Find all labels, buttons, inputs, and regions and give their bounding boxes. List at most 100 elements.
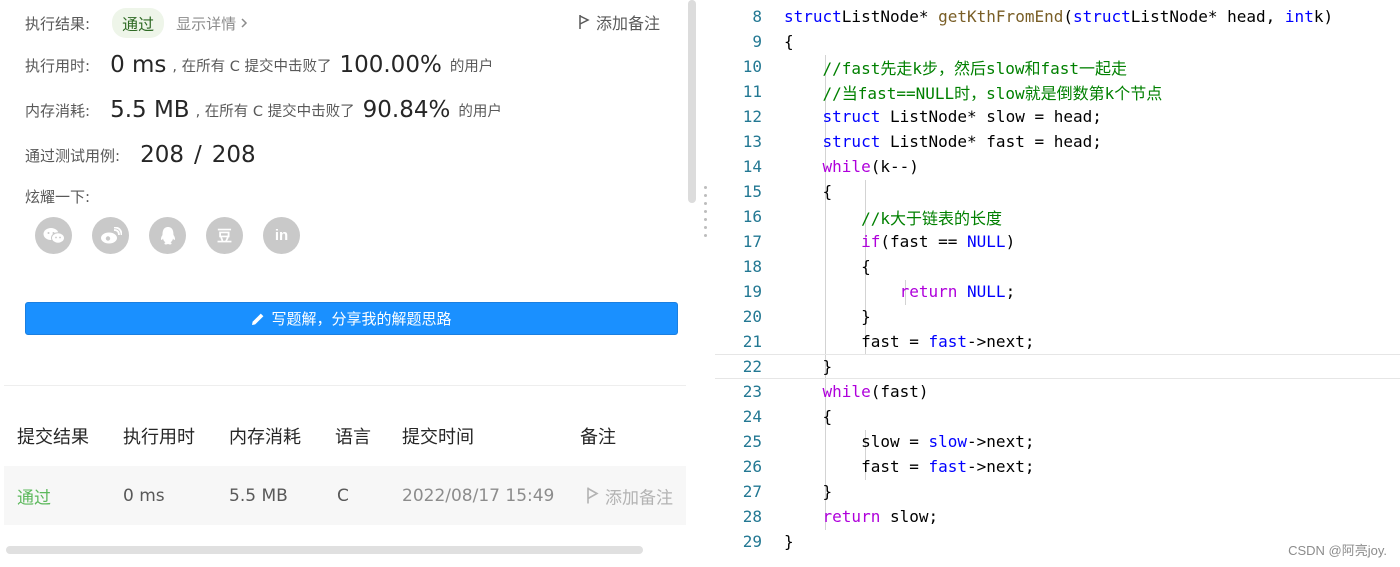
line-number: 21 xyxy=(742,332,762,351)
code-token: //k大于链表的长度 xyxy=(784,208,1002,228)
code-line[interactable]: 29} xyxy=(715,529,1400,554)
code-text: } xyxy=(784,357,833,376)
code-token: { xyxy=(784,182,833,201)
code-line[interactable]: 23 while(fast) xyxy=(715,379,1400,404)
code-line[interactable]: 28 return slow; xyxy=(715,504,1400,529)
status-row: 执行结果: 通过 显示详情 xyxy=(25,8,248,38)
line-number: 16 xyxy=(742,207,762,226)
add-note-button[interactable]: 添加备注 xyxy=(578,10,660,34)
code-line[interactable]: 9{ xyxy=(715,29,1400,54)
memory-beat-text: , 在所有 C 提交中击败了 xyxy=(195,103,355,120)
code-token: (fast == xyxy=(880,232,968,251)
show-details-link[interactable]: 显示详情 xyxy=(176,13,248,34)
code-line[interactable]: 10 //fast先走k步，然后slow和fast一起走 xyxy=(715,54,1400,79)
wechat-icon[interactable] xyxy=(35,217,72,254)
code-line[interactable]: 16 //k大于链表的长度 xyxy=(715,204,1400,229)
code-text: fast = fast->next; xyxy=(784,457,1034,476)
line-number: 15 xyxy=(742,182,762,201)
code-text: while(k--) xyxy=(784,157,919,176)
tests-row: 通过测试用例: 208 / 208 xyxy=(25,142,256,168)
line-number: 24 xyxy=(742,407,762,426)
code-token: slow = xyxy=(784,432,929,451)
tests-label: 通过测试用例: xyxy=(25,146,121,165)
code-line[interactable]: 12 struct ListNode* slow = head; xyxy=(715,104,1400,129)
code-token: } xyxy=(784,532,794,551)
submission-panel: 执行结果: 通过 显示详情 添加备注 执行用时: 0 ms , 在所有 C 提交… xyxy=(0,0,700,567)
code-token: NULL xyxy=(967,232,1006,251)
code-line[interactable]: 13 struct ListNode* fast = head; xyxy=(715,129,1400,154)
horizontal-scrollbar[interactable] xyxy=(6,546,643,554)
line-number: 12 xyxy=(742,107,762,126)
line-number: 17 xyxy=(742,232,762,251)
code-line[interactable]: 15 { xyxy=(715,179,1400,204)
row-status-link[interactable]: 通过 xyxy=(17,483,51,508)
code-token: //fast先走k步，然后slow和fast一起走 xyxy=(784,58,1128,78)
code-line[interactable]: 17 if(fast == NULL) xyxy=(715,229,1400,254)
line-number: 26 xyxy=(742,457,762,476)
line-number: 14 xyxy=(742,157,762,176)
row-memory: 5.5 MB xyxy=(229,485,288,506)
code-line[interactable]: 18 { xyxy=(715,254,1400,279)
code-text: //fast先走k步，然后slow和fast一起走 xyxy=(784,55,1128,79)
code-token: struct xyxy=(822,132,881,151)
runtime-row: 执行用时: 0 ms , 在所有 C 提交中击败了 100.00% 的用户 xyxy=(25,52,493,78)
code-line[interactable]: 20 } xyxy=(715,304,1400,329)
douban-glyph: 豆 xyxy=(216,227,232,245)
memory-suffix: 的用户 xyxy=(458,103,502,120)
code-token: { xyxy=(784,407,833,426)
code-token: struct xyxy=(784,7,842,26)
code-token: ->next; xyxy=(967,332,1035,351)
line-number: 20 xyxy=(742,307,762,326)
row-add-note-label: 添加备注 xyxy=(605,488,673,508)
code-token: (fast) xyxy=(870,382,929,401)
row-submit-time: 2022/08/17 15:49 xyxy=(402,485,555,506)
code-line[interactable]: 25 slow = slow->next; xyxy=(715,429,1400,454)
memory-row: 内存消耗: 5.5 MB , 在所有 C 提交中击败了 90.84% 的用户 xyxy=(25,97,502,123)
write-solution-button[interactable]: 写题解，分享我的解题思路 xyxy=(25,302,678,335)
code-token: fast xyxy=(928,457,968,476)
code-text: structListNode* getKthFromEnd(structList… xyxy=(784,7,1333,26)
code-line[interactable]: 22 } xyxy=(715,354,1400,379)
table-row[interactable]: 通过 0 ms 5.5 MB C 2022/08/17 15:49 添加备注 xyxy=(4,466,686,525)
code-token: NULL xyxy=(967,282,1006,301)
panel-resize-handle[interactable] xyxy=(704,186,708,242)
code-text: struct ListNode* slow = head; xyxy=(784,107,1102,126)
code-token: return xyxy=(899,282,958,301)
pencil-icon xyxy=(252,313,264,325)
code-editor[interactable]: CSDN @阿亮joy. 8 structListNode* getKthFrom… xyxy=(715,0,1400,567)
row-language: C xyxy=(337,485,349,506)
line-number: 28 xyxy=(742,507,762,526)
tests-total: 208 xyxy=(211,142,256,168)
code-token: while xyxy=(822,382,871,401)
row-add-note-button[interactable]: 添加备注 xyxy=(586,483,673,508)
code-line[interactable]: 24 { xyxy=(715,404,1400,429)
code-line[interactable]: 11 //当fast==NULL时，slow就是倒数第k个节点 xyxy=(715,79,1400,104)
code-token: getKthFromEnd xyxy=(938,7,1064,26)
write-solution-label: 写题解，分享我的解题思路 xyxy=(271,310,452,328)
qq-icon[interactable] xyxy=(149,217,186,254)
code-line[interactable]: 14 while(k--) xyxy=(715,154,1400,179)
header-language: 语言 xyxy=(335,427,371,448)
memory-value: 5.5 MB xyxy=(110,97,190,123)
code-line[interactable]: 26 fast = fast->next; xyxy=(715,454,1400,479)
weibo-icon[interactable] xyxy=(92,217,129,254)
code-line[interactable]: 8 structListNode* getKthFromEnd(structLis… xyxy=(715,4,1400,29)
header-memory: 内存消耗 xyxy=(229,427,301,448)
code-token: struct xyxy=(822,107,881,126)
add-note-label: 添加备注 xyxy=(595,14,660,33)
header-note: 备注 xyxy=(580,427,616,448)
linkedin-icon[interactable]: in xyxy=(263,217,300,254)
code-line[interactable]: 19 return NULL; xyxy=(715,279,1400,304)
code-token: ListNode* xyxy=(841,7,939,26)
code-token: ; xyxy=(1005,282,1016,301)
vertical-scrollbar[interactable] xyxy=(688,0,696,203)
douban-icon[interactable]: 豆 xyxy=(206,217,243,254)
code-line[interactable]: 27 } xyxy=(715,479,1400,504)
code-text: { xyxy=(784,32,794,51)
code-line[interactable]: 21 fast = fast->next; xyxy=(715,329,1400,354)
code-token: fast = xyxy=(784,457,929,476)
